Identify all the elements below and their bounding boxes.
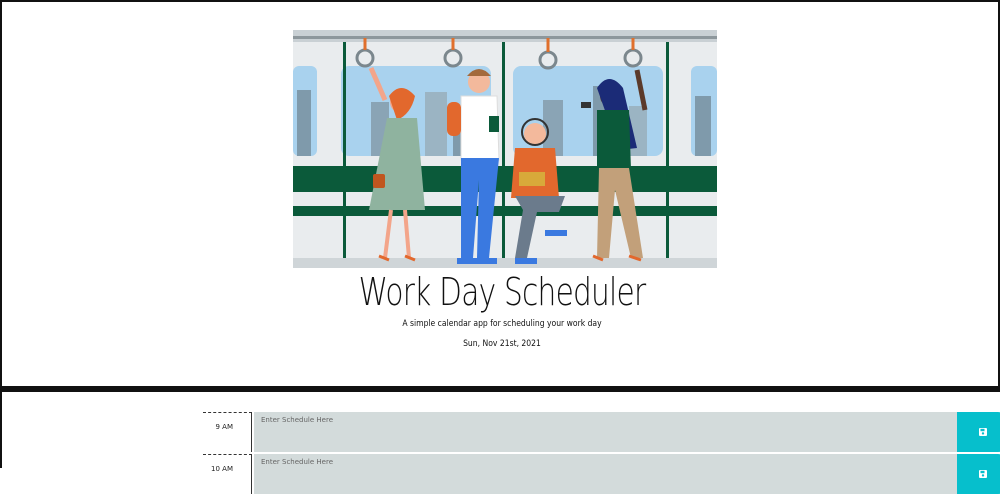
- hour-label: 9 AM: [203, 412, 252, 452]
- floppy-disk-icon: [978, 428, 987, 436]
- schedule-container: 9 AM 10 AM: [0, 392, 1000, 494]
- hour-label: 10 AM: [203, 454, 252, 494]
- hero-illustration: [293, 30, 717, 268]
- page-title: Work Day Scheduler: [358, 270, 647, 314]
- floppy-disk-icon: [978, 470, 987, 478]
- schedule-textarea[interactable]: [254, 412, 957, 452]
- header-jumbotron: Work Day Scheduler A simple calendar app…: [0, 0, 1000, 388]
- page-lead: A simple calendar app for scheduling you…: [402, 319, 602, 329]
- time-block-row: 9 AM: [203, 412, 1000, 452]
- save-button[interactable]: [957, 412, 1000, 452]
- current-date: Sun, Nov 21st, 2021: [463, 339, 541, 349]
- save-button[interactable]: [957, 454, 1000, 494]
- time-block-row: 10 AM: [203, 454, 1000, 494]
- schedule-textarea[interactable]: [254, 454, 957, 494]
